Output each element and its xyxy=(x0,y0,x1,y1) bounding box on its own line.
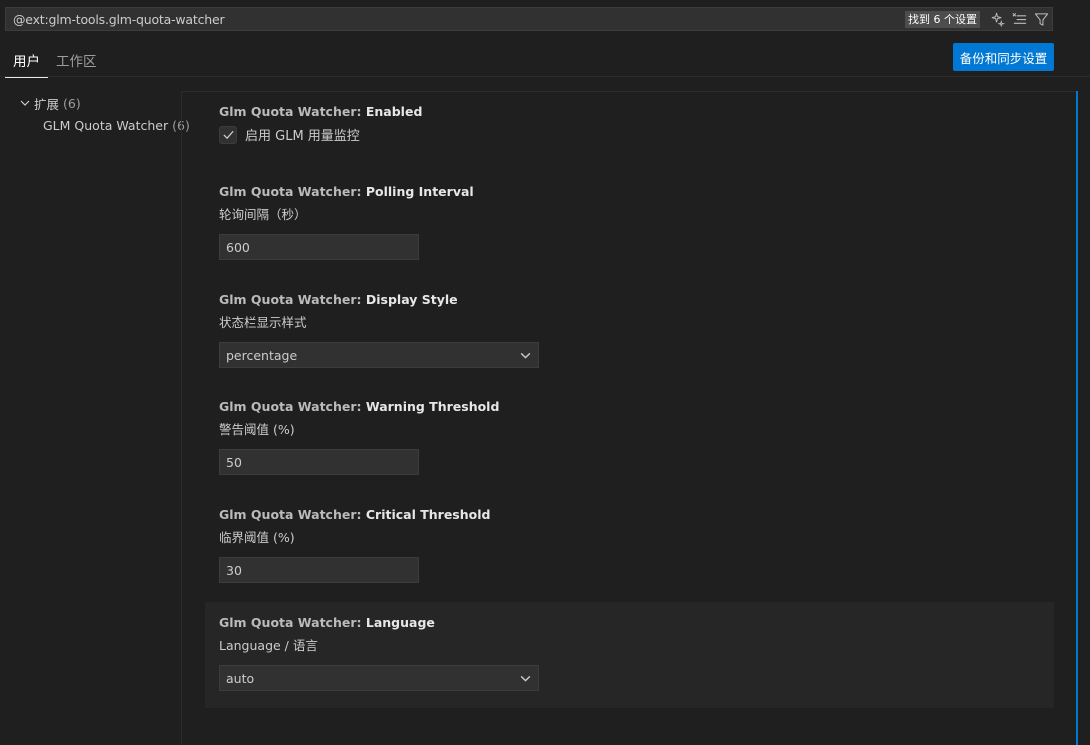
backup-and-sync-button[interactable]: 备份和同步设置 xyxy=(953,43,1054,71)
chevron-down-icon xyxy=(17,95,33,111)
settings-toc: 扩展 (6) GLM Quota Watcher (6) xyxy=(0,92,190,136)
search-result-count: 找到 6 个设置 xyxy=(905,10,980,28)
setting-title: Glm Quota Watcher: Critical Threshold xyxy=(219,506,1040,524)
focus-border xyxy=(1076,91,1078,745)
toc-item-extensions[interactable]: 扩展 (6) xyxy=(0,92,181,114)
select-value: percentage xyxy=(226,347,298,363)
filter-icon[interactable] xyxy=(1030,8,1052,30)
setting-name: Display Style xyxy=(365,292,458,307)
tab-workspace[interactable]: 工作区 xyxy=(48,46,105,78)
setting-description: 临界阈值 (%) xyxy=(219,530,295,545)
tabs-divider xyxy=(0,76,1090,77)
setting-name: Language xyxy=(365,615,435,630)
clear-filter-icon[interactable] xyxy=(1008,8,1030,30)
enabled-checkbox[interactable] xyxy=(219,125,237,144)
settings-search-bar[interactable]: 找到 6 个设置 xyxy=(5,7,1053,31)
setting-critical-threshold: Glm Quota Watcher: Critical Threshold 临界… xyxy=(205,506,1054,583)
setting-description: 警告阈值 (%) xyxy=(219,422,295,437)
setting-title: Glm Quota Watcher: Warning Threshold xyxy=(219,398,1040,416)
toc-item-count: (6) xyxy=(63,95,81,111)
setting-description: 状态栏显示样式 xyxy=(219,315,307,330)
toc-item-label: GLM Quota Watcher xyxy=(43,117,169,133)
checkbox-row: 启用 GLM 用量监控 xyxy=(219,125,1040,144)
setting-language: Glm Quota Watcher: Language Language / 语… xyxy=(205,602,1054,708)
chevron-down-icon xyxy=(520,352,531,359)
toc-item-glm-quota-watcher[interactable]: GLM Quota Watcher (6) xyxy=(0,114,190,136)
setting-name: Warning Threshold xyxy=(365,399,500,414)
chevron-down-icon xyxy=(520,675,531,682)
setting-category: Glm Quota Watcher: xyxy=(219,507,366,522)
setting-title: Glm Quota Watcher: Display Style xyxy=(219,291,1040,309)
setting-category: Glm Quota Watcher: xyxy=(219,184,366,199)
setting-name: Critical Threshold xyxy=(365,507,491,522)
setting-category: Glm Quota Watcher: xyxy=(219,399,366,414)
display-style-select[interactable]: percentage xyxy=(219,342,539,368)
critical-threshold-input[interactable] xyxy=(219,557,419,583)
sparkle-icon[interactable] xyxy=(986,8,1008,30)
setting-category: Glm Quota Watcher: xyxy=(219,615,366,630)
polling-interval-input[interactable] xyxy=(219,234,419,260)
language-select[interactable]: auto xyxy=(219,665,539,691)
toc-item-label: 扩展 xyxy=(34,96,60,112)
warning-threshold-input[interactable] xyxy=(219,449,419,475)
setting-polling-interval: Glm Quota Watcher: Polling Interval 轮询间隔… xyxy=(205,183,1054,260)
setting-title: Glm Quota Watcher: Polling Interval xyxy=(219,183,1040,201)
setting-enabled: Glm Quota Watcher: Enabled 启用 GLM 用量监控 xyxy=(205,103,1054,144)
setting-display-style: Glm Quota Watcher: Display Style 状态栏显示样式… xyxy=(205,291,1054,368)
setting-category: Glm Quota Watcher: xyxy=(219,292,366,307)
setting-title: Glm Quota Watcher: Enabled xyxy=(219,103,1040,121)
setting-name: Enabled xyxy=(365,104,423,119)
select-value: auto xyxy=(226,670,255,686)
setting-description: 轮询间隔（秒） xyxy=(219,207,307,222)
setting-warning-threshold: Glm Quota Watcher: Warning Threshold 警告阈… xyxy=(205,398,1054,475)
setting-title: Glm Quota Watcher: Language xyxy=(219,614,1040,632)
setting-description: Language / 语言 xyxy=(219,638,318,653)
search-input[interactable] xyxy=(6,8,905,30)
panel-divider xyxy=(181,92,182,745)
checkmark-icon xyxy=(222,130,234,140)
setting-name: Polling Interval xyxy=(365,184,474,199)
tab-user[interactable]: 用户 xyxy=(5,46,48,78)
checkbox-label: 启用 GLM 用量监控 xyxy=(245,129,360,144)
panel-top-border xyxy=(181,91,1078,92)
setting-category: Glm Quota Watcher: xyxy=(219,104,366,119)
settings-scope-tabs: 用户 工作区 xyxy=(5,46,105,78)
